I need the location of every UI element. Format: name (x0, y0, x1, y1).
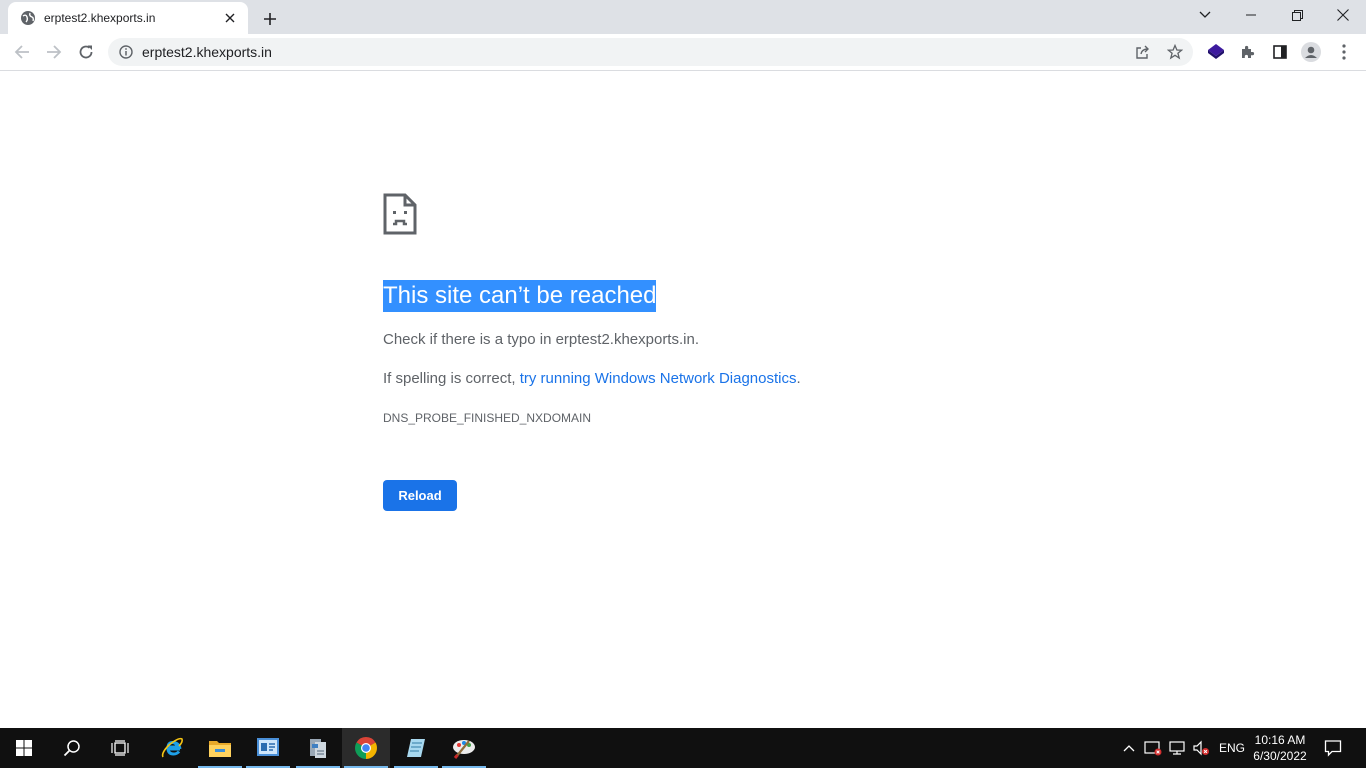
side-panel-icon[interactable] (1270, 42, 1290, 62)
file-explorer-icon[interactable] (196, 728, 244, 768)
new-tab-button[interactable] (258, 7, 282, 31)
menu-icon[interactable] (1334, 42, 1354, 62)
chevron-up-icon[interactable] (1119, 738, 1139, 758)
internet-explorer-icon[interactable] (148, 728, 196, 768)
star-icon[interactable] (1166, 43, 1184, 61)
task-view-icon[interactable] (96, 728, 144, 768)
system-clock[interactable]: 10:16 AM 6/30/2022 (1247, 732, 1313, 764)
error-code: DNS_PROBE_FINISHED_NXDOMAIN (383, 411, 592, 425)
diagnostics-prefix: If spelling is correct, (383, 370, 520, 387)
clock-date: 6/30/2022 (1253, 749, 1307, 763)
search-icon[interactable] (48, 728, 96, 768)
error-typo-hint: Check if there is a typo in erptest2.khe… (383, 331, 699, 348)
notepad-icon[interactable] (392, 728, 440, 768)
browser-tab[interactable]: erptest2.khexports.in (8, 2, 248, 34)
reload-button[interactable]: Reload (383, 480, 457, 511)
minimize-icon[interactable] (1228, 0, 1274, 30)
app-icon[interactable] (294, 728, 342, 768)
puzzle-icon[interactable] (1238, 42, 1258, 62)
volume-muted-icon[interactable] (1191, 738, 1211, 758)
network-icon[interactable] (1167, 738, 1187, 758)
server-manager-icon[interactable] (244, 728, 292, 768)
tab-title: erptest2.khexports.in (44, 11, 156, 25)
paint-icon[interactable] (440, 728, 488, 768)
reload-icon[interactable] (72, 38, 100, 66)
notifications-icon[interactable] (1323, 738, 1343, 758)
share-icon[interactable] (1134, 43, 1152, 61)
address-bar-url: erptest2.khexports.in (142, 44, 272, 60)
profile-icon[interactable] (1301, 42, 1321, 62)
chrome-icon[interactable] (342, 728, 390, 768)
address-bar[interactable]: erptest2.khexports.in (108, 38, 1193, 66)
restore-icon[interactable] (1274, 0, 1320, 30)
extension-icon[interactable] (1206, 42, 1226, 62)
diagnostics-suffix: . (796, 370, 801, 387)
error-title: This site can’t be reached (383, 280, 657, 312)
tab-close-icon[interactable] (222, 10, 238, 26)
browser-toolbar: erptest2.khexports.in (0, 34, 1366, 71)
globe-icon (20, 10, 36, 26)
tab-search-chevron-down-icon[interactable] (1182, 0, 1228, 30)
input-language[interactable]: ENG (1219, 728, 1245, 768)
network-diagnostics-link[interactable]: try running Windows Network Diagnostics (520, 370, 797, 387)
action-center-alert-icon[interactable] (1143, 738, 1163, 758)
close-window-icon[interactable] (1320, 0, 1366, 30)
tab-strip: erptest2.khexports.in (0, 0, 1366, 34)
clock-time: 10:16 AM (1254, 733, 1306, 747)
error-diagnostics-hint: If spelling is correct, try running Wind… (383, 369, 801, 389)
sad-page-icon (383, 193, 417, 235)
forward-icon[interactable] (40, 38, 68, 66)
site-info-icon[interactable] (119, 45, 133, 59)
windows-taskbar: ENG 10:16 AM 6/30/2022 (0, 728, 1366, 768)
windows-start-icon[interactable] (0, 728, 48, 768)
back-icon[interactable] (8, 38, 36, 66)
